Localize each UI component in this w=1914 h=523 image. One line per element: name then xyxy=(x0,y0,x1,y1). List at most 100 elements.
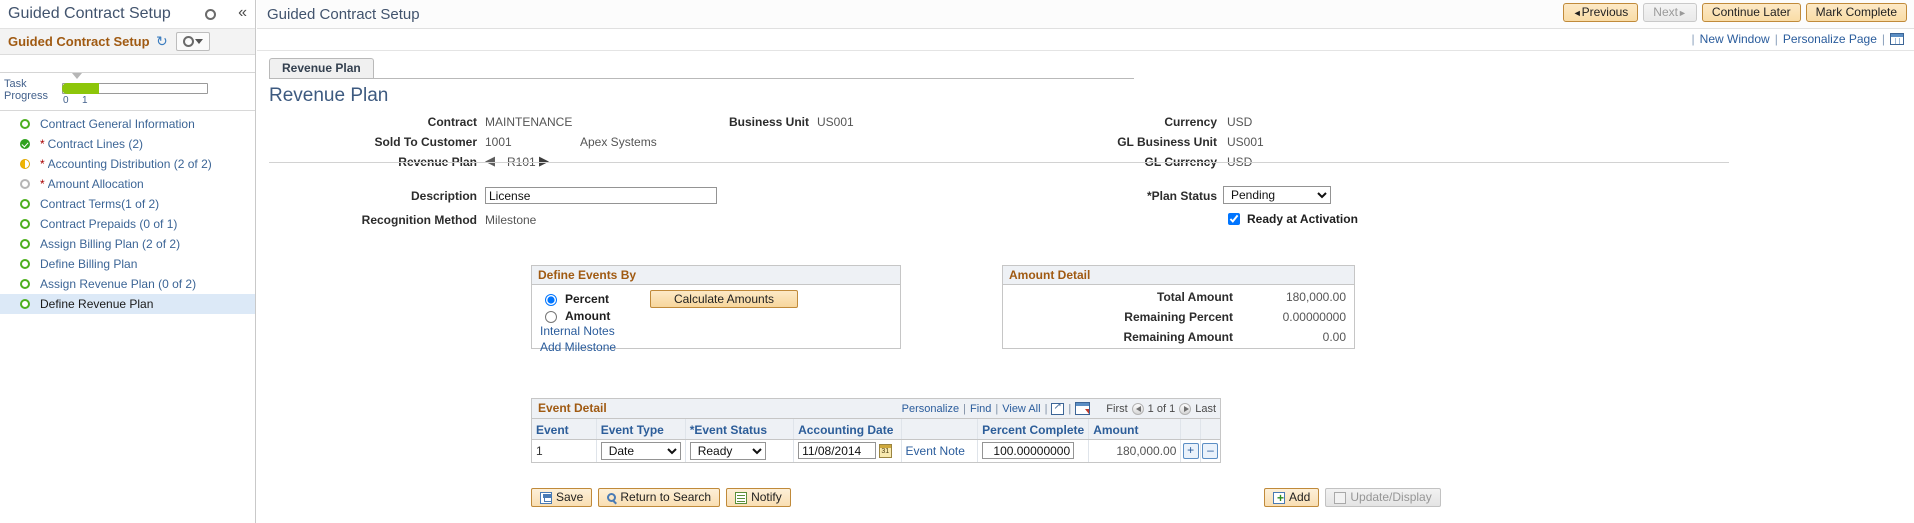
event-detail-title: Event Detail xyxy=(538,401,607,415)
progress-marker-icon xyxy=(72,73,82,79)
column-event-status: *Event Status xyxy=(685,419,795,440)
event-note-link[interactable]: Event Note xyxy=(906,444,965,458)
sidebar-item-label: Amount Allocation xyxy=(47,177,144,191)
sold-to-customer-label: Sold To Customer xyxy=(374,135,477,149)
ready-at-activation-checkbox[interactable] xyxy=(1228,213,1240,225)
view-all-link[interactable]: View All xyxy=(1002,403,1040,415)
sidebar-item-define-billing-plan[interactable]: Define Billing Plan xyxy=(0,254,255,274)
internal-notes-link[interactable]: Internal Notes xyxy=(540,324,615,338)
add-icon xyxy=(1273,490,1285,507)
status-open-icon xyxy=(20,119,40,129)
sidebar-spacer-band xyxy=(0,55,255,73)
sidebar-group-header: Guided Contract Setup ↻ xyxy=(0,29,255,55)
sidebar-item-assign-revenue-plan[interactable]: Assign Revenue Plan (0 of 2) xyxy=(0,274,255,294)
total-amount-value: 180,000.00 xyxy=(1285,290,1346,304)
page-title: Guided Contract Setup xyxy=(267,5,420,23)
amount-detail-panel: Amount Detail Total Amount 180,000.00 Re… xyxy=(1002,265,1355,349)
column-event-type: Event Type xyxy=(596,419,686,440)
add-button[interactable]: Add xyxy=(1264,488,1320,507)
new-window-icon[interactable] xyxy=(1051,401,1065,415)
sidebar-item-label: Contract General Information xyxy=(40,117,195,131)
return-to-search-button[interactable]: Return to Search xyxy=(598,488,721,507)
cell-event: 1 xyxy=(532,439,597,462)
sidebar-item-contract-terms[interactable]: Contract Terms(1 of 2) xyxy=(0,194,255,214)
notify-icon xyxy=(735,491,748,504)
new-window-link[interactable]: New Window xyxy=(1700,32,1770,46)
sidebar-item-label: Define Billing Plan xyxy=(40,257,138,271)
add-row-button[interactable]: + xyxy=(1182,442,1199,459)
right-arrow-icon[interactable]: ▶ xyxy=(539,153,549,169)
amount-radio[interactable] xyxy=(545,311,557,323)
notify-button[interactable]: Notify xyxy=(726,488,791,507)
recognition-method-value: Milestone xyxy=(485,213,537,227)
return-to-search-label: Return to Search xyxy=(620,490,712,504)
chevron-down-icon xyxy=(195,39,203,44)
prev-page-icon[interactable] xyxy=(1131,402,1144,415)
ready-at-activation-group: Ready at Activation xyxy=(1224,210,1358,228)
previous-button[interactable]: ◄Previous xyxy=(1562,3,1639,22)
personalize-link[interactable]: Personalize xyxy=(902,403,959,415)
sidebar-item-define-revenue-plan[interactable]: Define Revenue Plan xyxy=(0,294,255,314)
refresh-icon[interactable]: ↻ xyxy=(156,34,171,49)
percent-complete-input[interactable] xyxy=(982,442,1075,459)
next-button[interactable]: Next► xyxy=(1643,3,1697,22)
sidebar-gear-menu-button[interactable] xyxy=(176,32,210,51)
event-type-select[interactable]: Date xyxy=(600,441,681,460)
currency-value: USD xyxy=(1227,115,1253,129)
first-label[interactable]: First xyxy=(1106,403,1127,415)
plan-status-select[interactable]: Pending xyxy=(1223,186,1331,204)
continue-later-button[interactable]: Continue Later xyxy=(1701,3,1801,22)
description-input[interactable] xyxy=(485,187,717,204)
remaining-amount-label: Remaining Amount xyxy=(1123,330,1233,344)
status-open-icon xyxy=(20,239,40,249)
sidebar-group-title: Guided Contract Setup xyxy=(8,34,150,49)
cell-event-status: Ready xyxy=(685,439,795,462)
next-page-icon[interactable] xyxy=(1179,402,1192,415)
sidebar-item-accounting-distribution[interactable]: * Accounting Distribution (2 of 2) xyxy=(0,154,255,174)
status-done-icon xyxy=(20,139,40,149)
page-links: | New Window | Personalize Page | xyxy=(1692,32,1904,46)
find-link[interactable]: Find xyxy=(970,403,991,415)
sidebar-item-label: Contract Terms(1 of 2) xyxy=(40,197,160,211)
tab-revenue-plan[interactable]: Revenue Plan xyxy=(269,58,374,78)
save-button[interactable]: Save xyxy=(531,488,593,507)
column-amount: Amount xyxy=(1088,419,1182,440)
description-row: Description Recognition Method Milestone… xyxy=(257,177,1914,228)
progress-tick-start: 0 xyxy=(63,95,69,106)
sidebar-item-amount-allocation[interactable]: * Amount Allocation xyxy=(0,174,255,194)
app-root: Guided Contract Setup « Guided Contract … xyxy=(0,0,1914,523)
add-milestone-link[interactable]: Add Milestone xyxy=(540,340,616,354)
task-progress-bar xyxy=(62,83,208,94)
gear-icon xyxy=(183,36,194,47)
status-open-icon xyxy=(20,219,40,229)
download-grid-icon[interactable] xyxy=(1075,402,1091,415)
update-display-button[interactable]: Update/Display xyxy=(1325,488,1441,507)
cell-event-type: Date xyxy=(596,439,686,462)
accounting-date-input[interactable] xyxy=(798,442,877,459)
gear-icon[interactable] xyxy=(205,7,220,22)
currency-label: Currency xyxy=(1164,115,1217,129)
grid-icon[interactable] xyxy=(1890,33,1904,45)
last-label[interactable]: Last xyxy=(1195,403,1216,415)
sidebar-item-contract-lines[interactable]: * Contract Lines (2) xyxy=(0,134,255,154)
next-button-label: Next xyxy=(1653,5,1678,19)
delete-row-button[interactable]: – xyxy=(1202,442,1219,459)
percent-radio-label: Percent xyxy=(565,291,610,306)
left-arrow-icon[interactable]: ◀ xyxy=(485,153,495,169)
calendar-icon[interactable] xyxy=(879,444,893,459)
sidebar-item-assign-billing-plan[interactable]: Assign Billing Plan (2 of 2) xyxy=(0,234,255,254)
percent-radio[interactable] xyxy=(545,294,557,306)
gl-business-unit-value: US001 xyxy=(1227,135,1264,149)
percent-radio-row[interactable]: Percent xyxy=(540,291,609,306)
personalize-page-link[interactable]: Personalize Page xyxy=(1783,32,1877,46)
plan-status-label: *Plan Status xyxy=(1146,189,1217,203)
sidebar-item-contract-prepaids[interactable]: Contract Prepaids (0 of 1) xyxy=(0,214,255,234)
mark-complete-button[interactable]: Mark Complete xyxy=(1805,3,1907,22)
collapse-icon[interactable]: « xyxy=(238,4,247,22)
remaining-amount-value: 0.00 xyxy=(1322,330,1346,344)
amount-radio-row[interactable]: Amount xyxy=(540,308,610,323)
sidebar-item-label: Accounting Distribution (2 of 2) xyxy=(47,157,212,171)
event-status-select[interactable]: Ready xyxy=(689,441,766,460)
sidebar-item-contract-general-information[interactable]: Contract General Information xyxy=(0,114,255,134)
calculate-amounts-button[interactable]: Calculate Amounts xyxy=(650,290,798,308)
